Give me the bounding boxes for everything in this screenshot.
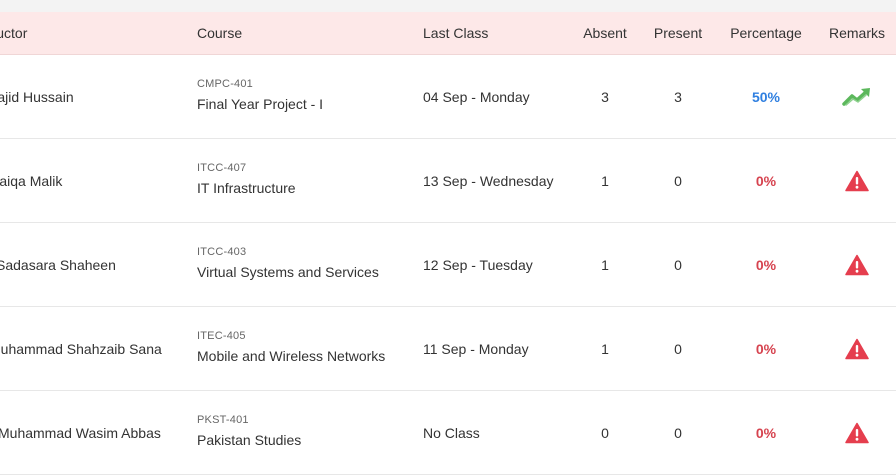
header-course-label: Course bbox=[197, 25, 243, 41]
percentage-cell: 50% bbox=[724, 55, 808, 138]
header-remarks-label: Remarks bbox=[828, 25, 885, 41]
course-name: Mobile and Wireless Networks bbox=[197, 347, 386, 364]
percentage-value: 0% bbox=[755, 424, 777, 441]
present-count: 0 bbox=[674, 256, 682, 273]
warning-icon bbox=[842, 337, 872, 361]
header-absent-label: Absent bbox=[583, 25, 627, 41]
header-course[interactable]: Course bbox=[197, 12, 412, 54]
attendance-table: Instructor Course Last Class Absent Pres… bbox=[0, 12, 896, 475]
instructor-cell: Sajid Hussain bbox=[0, 55, 185, 138]
instructor-cell: Muhammad Wasim Abbas bbox=[0, 391, 185, 474]
course-cell: PKST-401 Pakistan Studies bbox=[197, 391, 412, 474]
instructor-cell: Saiqa Malik bbox=[0, 139, 185, 222]
present-count: 3 bbox=[674, 88, 682, 105]
last-class-value: 11 Sep - Monday bbox=[423, 340, 529, 357]
percentage-cell: 0% bbox=[724, 307, 808, 390]
remarks-cell bbox=[822, 139, 892, 222]
absent-count: 3 bbox=[601, 88, 609, 105]
last-class-value: No Class bbox=[423, 424, 480, 441]
remarks-cell bbox=[822, 307, 892, 390]
percentage-cell: 0% bbox=[724, 391, 808, 474]
header-instructor[interactable]: Instructor bbox=[0, 12, 185, 54]
instructor-cell: Sadasara Shaheen bbox=[0, 223, 185, 306]
last-class-cell: 12 Sep - Tuesday bbox=[423, 223, 573, 306]
last-class-value: 12 Sep - Tuesday bbox=[423, 256, 533, 273]
header-percentage-label: Percentage bbox=[730, 25, 802, 41]
last-class-cell: 04 Sep - Monday bbox=[423, 55, 573, 138]
header-instructor-label: Instructor bbox=[0, 25, 28, 41]
instructor-name: Muhammad Wasim Abbas bbox=[0, 424, 161, 441]
course-cell: CMPC-401 Final Year Project - I bbox=[197, 55, 412, 138]
trend-up-icon bbox=[842, 85, 872, 109]
present-count: 0 bbox=[674, 340, 682, 357]
course-code: ITCC-403 bbox=[197, 245, 247, 258]
table-row[interactable]: Saiqa Malik ITCC-407 IT Infrastructure 1… bbox=[0, 139, 896, 223]
present-cell: 0 bbox=[646, 223, 710, 306]
absent-count: 1 bbox=[601, 340, 609, 357]
header-present-label: Present bbox=[653, 25, 703, 41]
last-class-value: 13 Sep - Wednesday bbox=[423, 172, 554, 189]
course-name: Pakistan Studies bbox=[197, 431, 302, 448]
instructor-name: Saiqa Malik bbox=[0, 172, 63, 189]
instructor-name: Sadasara Shaheen bbox=[0, 256, 116, 273]
present-cell: 0 bbox=[646, 391, 710, 474]
percentage-value: 50% bbox=[751, 88, 781, 105]
percentage-value: 0% bbox=[755, 340, 777, 357]
last-class-value: 04 Sep - Monday bbox=[423, 88, 530, 105]
instructor-name: Sajid Hussain bbox=[0, 88, 74, 105]
table-row[interactable]: Muhammad Shahzaib Sana ITEC-405 Mobile a… bbox=[0, 307, 896, 391]
course-cell: ITEC-405 Mobile and Wireless Networks bbox=[197, 307, 412, 390]
last-class-cell: No Class bbox=[423, 391, 573, 474]
course-name: IT Infrastructure bbox=[197, 179, 296, 196]
percentage-cell: 0% bbox=[724, 139, 808, 222]
absent-cell: 1 bbox=[576, 223, 634, 306]
course-code: ITEC-405 bbox=[197, 329, 246, 342]
table-header: Instructor Course Last Class Absent Pres… bbox=[0, 12, 896, 55]
present-cell: 3 bbox=[646, 55, 710, 138]
absent-count: 1 bbox=[601, 172, 609, 189]
course-code: CMPC-401 bbox=[197, 77, 254, 90]
last-class-cell: 13 Sep - Wednesday bbox=[423, 139, 573, 222]
header-last-class[interactable]: Last Class bbox=[423, 12, 573, 54]
header-remarks[interactable]: Remarks bbox=[822, 12, 892, 54]
instructor-name: Muhammad Shahzaib Sana bbox=[0, 340, 162, 357]
percentage-value: 0% bbox=[755, 172, 777, 189]
warning-icon bbox=[842, 421, 872, 445]
course-cell: ITCC-403 Virtual Systems and Services bbox=[197, 223, 412, 306]
absent-cell: 1 bbox=[576, 307, 634, 390]
absent-cell: 0 bbox=[576, 391, 634, 474]
course-cell: ITCC-407 IT Infrastructure bbox=[197, 139, 412, 222]
absent-cell: 3 bbox=[576, 55, 634, 138]
absent-count: 1 bbox=[601, 256, 609, 273]
remarks-cell bbox=[822, 391, 892, 474]
course-code: PKST-401 bbox=[197, 413, 249, 426]
header-absent[interactable]: Absent bbox=[576, 12, 634, 54]
header-present[interactable]: Present bbox=[646, 12, 710, 54]
warning-icon bbox=[842, 253, 872, 277]
present-cell: 0 bbox=[646, 139, 710, 222]
remarks-cell bbox=[822, 223, 892, 306]
header-percentage[interactable]: Percentage bbox=[724, 12, 808, 54]
course-name: Final Year Project - I bbox=[197, 95, 324, 112]
table-row[interactable]: Sajid Hussain CMPC-401 Final Year Projec… bbox=[0, 55, 896, 139]
instructor-cell: Muhammad Shahzaib Sana bbox=[0, 307, 185, 390]
top-strip bbox=[0, 0, 896, 12]
remarks-cell bbox=[822, 55, 892, 138]
absent-cell: 1 bbox=[576, 139, 634, 222]
table-row[interactable]: Muhammad Wasim Abbas PKST-401 Pakistan S… bbox=[0, 391, 896, 475]
present-cell: 0 bbox=[646, 307, 710, 390]
course-code: ITCC-407 bbox=[197, 161, 247, 174]
last-class-cell: 11 Sep - Monday bbox=[423, 307, 573, 390]
header-last-class-label: Last Class bbox=[423, 25, 489, 41]
present-count: 0 bbox=[674, 172, 682, 189]
percentage-value: 0% bbox=[755, 256, 777, 273]
table-row[interactable]: Sadasara Shaheen ITCC-403 Virtual System… bbox=[0, 223, 896, 307]
absent-count: 0 bbox=[601, 424, 609, 441]
warning-icon bbox=[842, 169, 872, 193]
present-count: 0 bbox=[674, 424, 682, 441]
course-name: Virtual Systems and Services bbox=[197, 263, 379, 280]
percentage-cell: 0% bbox=[724, 223, 808, 306]
